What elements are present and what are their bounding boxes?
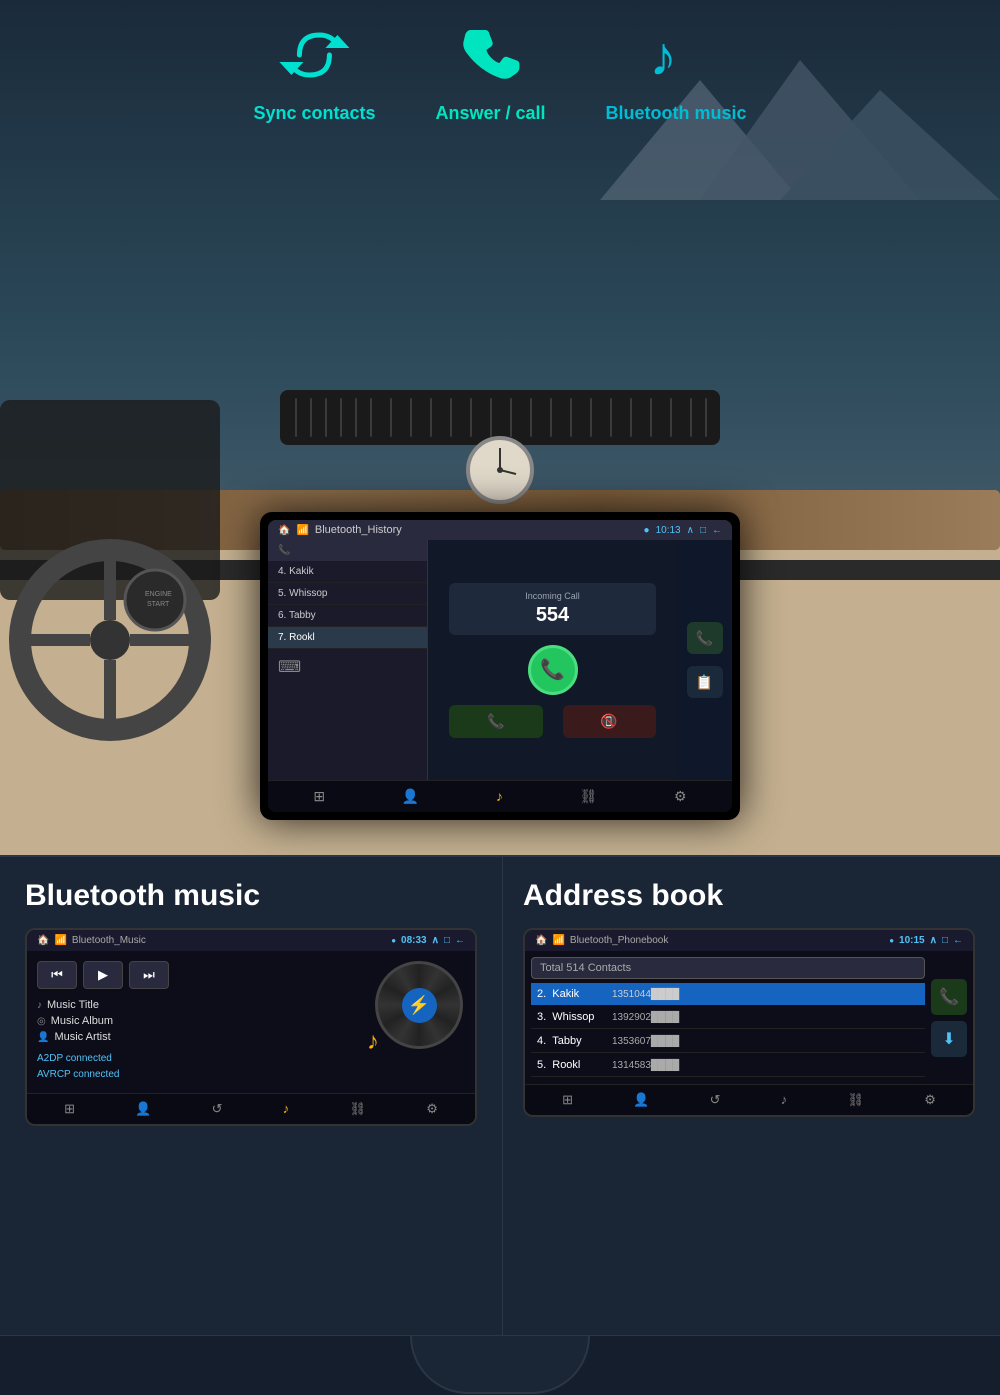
car-contact-1[interactable]: 4. Kakik: [268, 561, 427, 583]
nav-apps[interactable]: ⊞: [313, 788, 325, 805]
sync-contacts-icon: [279, 20, 349, 95]
music-nav-settings[interactable]: ⚙: [426, 1101, 438, 1117]
contact-1-number: 1351044████: [612, 989, 919, 1000]
play-btn[interactable]: ▶: [83, 961, 123, 989]
phone-nav-music[interactable]: ♪: [781, 1092, 788, 1108]
phone-nav-link[interactable]: ⛓: [847, 1092, 864, 1108]
caller-number: 554: [457, 604, 647, 627]
address-book-panel: Address book 🏠 📶 Bluetooth_Phonebook ● 1…: [503, 857, 1000, 1335]
car-head-unit: 🏠 📶 Bluetooth_History ● 10:13 ∧ □ ← 📞: [260, 512, 740, 820]
car-screen-title: Bluetooth_History: [315, 524, 402, 536]
music-nav-contacts[interactable]: 👤: [135, 1101, 151, 1117]
music-album: Music Album: [51, 1015, 113, 1027]
music-artist: Music Artist: [54, 1031, 110, 1043]
phone-btn[interactable]: 📞: [687, 622, 723, 654]
nav-settings[interactable]: ⚙: [674, 788, 687, 805]
contact-row-3[interactable]: 4. Tabby 1353607████: [531, 1030, 925, 1053]
phonebook-screen-time: 10:15: [899, 935, 925, 946]
contact-2-number: 1392902████: [612, 1012, 919, 1023]
contacts-btn[interactable]: 📋: [687, 666, 723, 698]
music-nav-refresh[interactable]: ↺: [212, 1101, 223, 1117]
phone-nav-refresh[interactable]: ↺: [710, 1092, 721, 1108]
device-notch: [410, 1336, 590, 1394]
nav-link[interactable]: ⛓: [580, 788, 598, 805]
contact-row-4[interactable]: 5. Rookl 1314583████: [531, 1054, 925, 1077]
answer-call-label: Answer / call: [435, 103, 545, 124]
bluetooth-music-label: Bluetooth music: [606, 103, 747, 124]
download-contact-btn[interactable]: ⬇: [931, 1021, 967, 1057]
total-contacts-label: Total 514 Contacts: [540, 962, 631, 974]
address-book-title: Address book: [523, 879, 975, 913]
contact-row-1[interactable]: 2. Kakik 1351044████: [531, 983, 925, 1005]
sync-contacts-feature: Sync contacts: [253, 20, 375, 124]
car-screen-time: 10:13: [656, 525, 681, 536]
prev-btn[interactable]: ⏮: [37, 961, 77, 989]
car-contact-4[interactable]: 7. Rookl: [268, 627, 427, 649]
incoming-call-label: Incoming Call: [457, 591, 647, 601]
music-screen-title: Bluetooth_Music: [72, 935, 146, 946]
bluetooth-music-panel: Bluetooth music 🏠 📶 Bluetooth_Music ● 08…: [0, 857, 503, 1335]
a2dp-status: A2DP connected: [37, 1051, 365, 1067]
contact-1-name: 2. Kakik: [537, 988, 612, 1000]
accept-call-btn[interactable]: 📞: [449, 705, 542, 738]
phone-nav-contacts[interactable]: 👤: [633, 1092, 649, 1108]
music-nav-music[interactable]: ♪: [283, 1101, 290, 1117]
bluetooth-badge: ⚡: [402, 988, 437, 1023]
next-btn[interactable]: ⏭: [129, 961, 169, 989]
vinyl-record: ⚡: [375, 961, 463, 1049]
contact-3-number: 1353607████: [612, 1036, 919, 1047]
bluetooth-music-feature: ♪ Bluetooth music: [606, 20, 747, 124]
bluetooth-music-title: Bluetooth music: [25, 879, 477, 913]
svg-text:ENGINE: ENGINE: [145, 591, 172, 598]
music-device-screen: 🏠 📶 Bluetooth_Music ● 08:33 ∧ □ ←: [25, 928, 477, 1126]
car-contact-3[interactable]: 6. Tabby: [268, 605, 427, 627]
music-screen-time: 08:33: [401, 935, 427, 946]
sync-contacts-label: Sync contacts: [253, 103, 375, 124]
svg-text:♪: ♪: [649, 25, 677, 87]
music-title: Music Title: [47, 999, 99, 1011]
svg-text:START: START: [147, 601, 170, 608]
phone-nav-settings[interactable]: ⚙: [924, 1092, 936, 1108]
bottom-notch-row: [0, 1335, 1000, 1395]
contact-4-number: 1314583████: [612, 1060, 919, 1071]
music-nav-link[interactable]: ⛓: [349, 1101, 366, 1117]
bluetooth-music-icon: ♪: [641, 20, 711, 95]
top-section: ENGINE START Sync contacts Answer / ca: [0, 0, 1000, 870]
decline-call-btn[interactable]: 📵: [563, 705, 656, 738]
bottom-section: Bluetooth music 🏠 📶 Bluetooth_Music ● 08…: [0, 855, 1000, 1395]
contacts-search[interactable]: Total 514 Contacts: [531, 957, 925, 979]
contact-row-2[interactable]: 3. Whissop 1392902████: [531, 1006, 925, 1029]
answer-call-icon: [456, 20, 526, 95]
feature-icons-row: Sync contacts Answer / call ♪ Bluetooth …: [253, 20, 746, 124]
phonebook-device-screen: 🏠 📶 Bluetooth_Phonebook ● 10:15 ∧ □ ←: [523, 928, 975, 1117]
phone-nav-apps[interactable]: ⊞: [562, 1092, 573, 1108]
music-note-decoration: ♪: [367, 1028, 379, 1056]
answer-call-feature: Answer / call: [435, 20, 545, 124]
answer-btn[interactable]: 📞: [528, 645, 578, 695]
nav-contacts[interactable]: 👤: [402, 788, 419, 805]
phonebook-screen-title: Bluetooth_Phonebook: [570, 935, 668, 946]
call-contact-btn[interactable]: 📞: [931, 979, 967, 1015]
car-contact-2[interactable]: 5. Whissop: [268, 583, 427, 605]
music-nav-apps[interactable]: ⊞: [64, 1101, 75, 1117]
avrcp-status: AVRCP connected: [37, 1067, 365, 1083]
nav-music[interactable]: ♪: [496, 788, 503, 805]
